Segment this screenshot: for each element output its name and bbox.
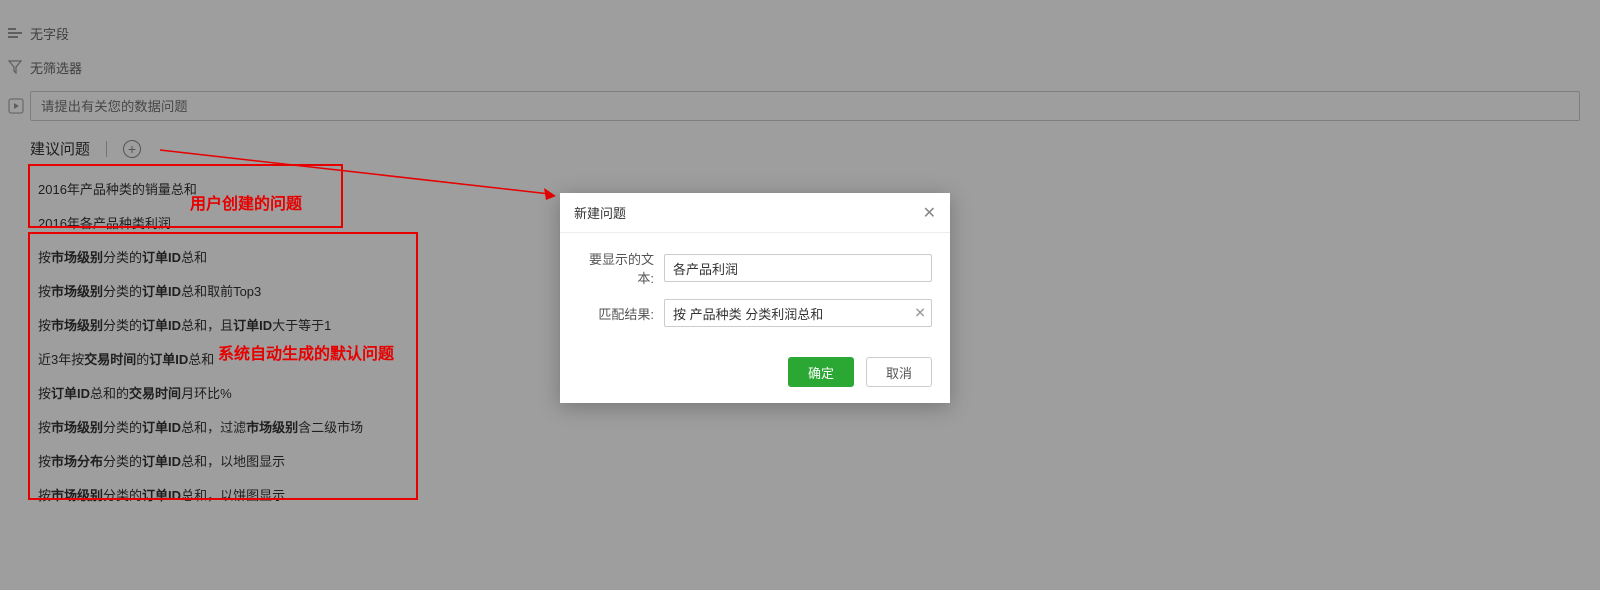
cancel-button[interactable]: 取消	[866, 357, 932, 387]
ok-button[interactable]: 确定	[788, 357, 854, 387]
modal-footer: 确定 取消	[560, 347, 950, 403]
match-result-label: 匹配结果:	[578, 304, 664, 323]
new-question-modal: 新建问题 ✕ 要显示的文本: 匹配结果: ✕ 确定 取消	[560, 193, 950, 403]
display-text-row: 要显示的文本:	[578, 249, 932, 287]
modal-title: 新建问题	[574, 203, 626, 222]
close-icon[interactable]: ✕	[923, 203, 936, 223]
display-text-label: 要显示的文本:	[578, 249, 664, 287]
page-root: 无字段 无筛选器 建议问题 + 2016年产品种类的销量总和 2016年各产品种…	[0, 0, 1600, 590]
match-result-row: 匹配结果: ✕	[578, 299, 932, 327]
modal-header: 新建问题 ✕	[560, 193, 950, 233]
clear-icon[interactable]: ✕	[914, 305, 926, 322]
display-text-input[interactable]	[664, 254, 932, 282]
match-result-input[interactable]	[664, 299, 932, 327]
modal-body: 要显示的文本: 匹配结果: ✕	[560, 233, 950, 347]
